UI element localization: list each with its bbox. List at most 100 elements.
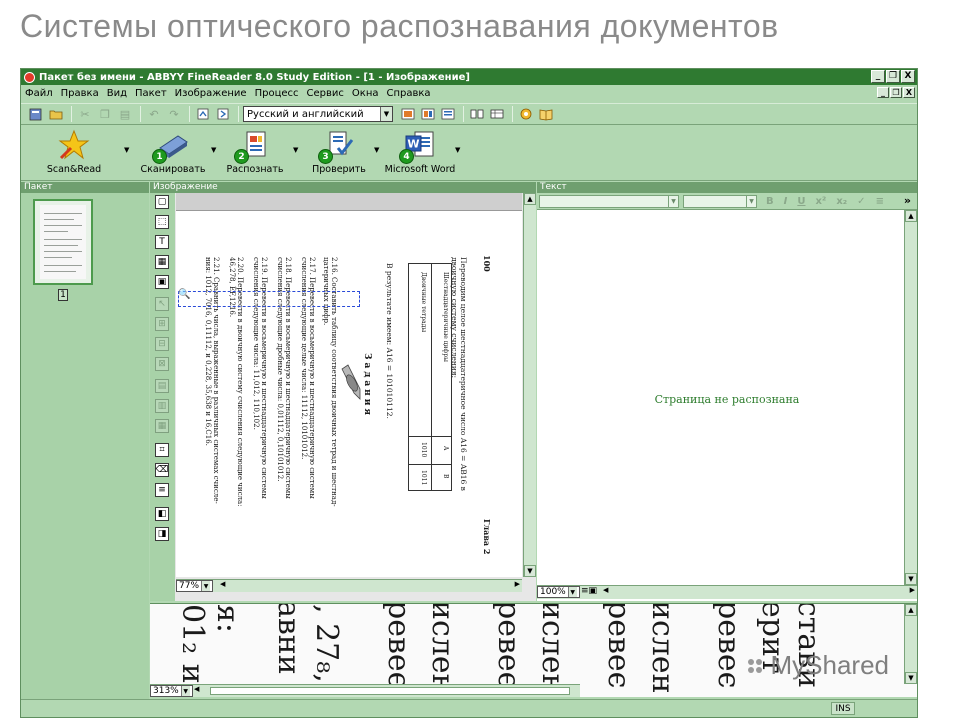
menu-edit[interactable]: Правка	[61, 88, 99, 99]
document-window-icon[interactable]	[439, 105, 457, 123]
text-vertical-scrollbar[interactable]: ▲ ▼	[904, 210, 917, 585]
maximize-button[interactable]: ❐	[886, 70, 900, 83]
microsoft-word-button[interactable]: W 4 Microsoft Word	[385, 128, 455, 178]
scroll-up-icon[interactable]: ▲	[524, 193, 536, 205]
style-select[interactable]: ▼	[539, 194, 679, 208]
zoom-pane-zoom-select[interactable]: 313% ▼	[150, 685, 193, 697]
language-select[interactable]: Русский и английский ▼	[243, 106, 393, 122]
chevron-down-icon[interactable]: ▼	[293, 146, 298, 154]
pointer-icon[interactable]: ↖	[155, 297, 169, 311]
details-view-icon[interactable]	[488, 105, 506, 123]
add-area-icon[interactable]: ⊞	[155, 317, 169, 331]
chevron-down-icon[interactable]: ▼	[124, 146, 129, 154]
italic-icon[interactable]: I	[784, 196, 788, 207]
close-button[interactable]: X	[901, 70, 915, 83]
menu-image[interactable]: Изображение	[175, 88, 247, 99]
menu-view[interactable]: Вид	[107, 88, 127, 99]
redo-icon[interactable]: ↷	[165, 105, 183, 123]
minimize-button[interactable]: _	[871, 70, 885, 83]
text-area-icon[interactable]: T	[155, 235, 169, 249]
subscript-icon[interactable]: x₂	[836, 196, 847, 207]
scroll-left-icon[interactable]: ◀	[194, 685, 199, 693]
check-button[interactable]: 3 Проверить	[311, 128, 367, 178]
image-window-icon[interactable]	[399, 105, 417, 123]
chevron-down-icon[interactable]: ▼	[380, 107, 392, 121]
paste-icon[interactable]: ▤	[116, 105, 134, 123]
cut-area-icon[interactable]: ⊟	[155, 337, 169, 351]
more-tools-icon[interactable]: »	[904, 194, 911, 207]
selection-frame[interactable]	[178, 291, 360, 307]
image-vertical-scrollbar[interactable]: ▲ ▼	[523, 193, 536, 577]
select-area-icon[interactable]: ▢	[155, 195, 169, 209]
table-merge-icon[interactable]: ▦	[155, 419, 169, 433]
scan-read-button[interactable]: Scan&Read	[47, 128, 101, 178]
recognize-area-icon[interactable]: ◧	[155, 507, 169, 521]
text-zoom-select[interactable]: 100% ▼	[537, 586, 580, 598]
menu-batch[interactable]: Пакет	[135, 88, 167, 99]
picture-area-icon[interactable]: ▣	[155, 275, 169, 289]
font-select[interactable]: ▼	[683, 194, 757, 208]
scroll-thumb[interactable]	[210, 687, 570, 695]
chevron-down-icon[interactable]: ▼	[180, 686, 190, 696]
table-columns-icon[interactable]: ▥	[155, 399, 169, 413]
justify-icon[interactable]: ≡	[876, 196, 884, 207]
spell-check-icon[interactable]: ✓	[857, 196, 865, 207]
menu-process[interactable]: Процесс	[255, 88, 299, 99]
page-thumbnail[interactable]	[33, 199, 93, 285]
chevron-down-icon[interactable]: ▼	[455, 146, 460, 154]
image-horizontal-scrollbar[interactable]: 77% ▼ ◀ ▶	[176, 579, 522, 592]
area-properties-icon[interactable]: ≡	[155, 483, 169, 497]
zoom-horizontal-scrollbar[interactable]: 313% ▼ ◀	[150, 684, 580, 697]
delete-area-icon[interactable]: ⊠	[155, 357, 169, 371]
scroll-up-icon[interactable]: ▲	[905, 604, 917, 616]
text-window-icon[interactable]	[419, 105, 437, 123]
rotate-right-icon[interactable]	[214, 105, 232, 123]
menu-help[interactable]: Справка	[386, 88, 430, 99]
menu-tools[interactable]: Сервис	[307, 88, 344, 99]
zoom-pane[interactable]: 01₂ и я: авни , 27₈, ревеє ислен ревеє и…	[150, 603, 917, 697]
table-lines-icon[interactable]: ▤	[155, 379, 169, 393]
page-view-icon[interactable]: ≡▣	[581, 586, 597, 596]
underline-icon[interactable]: U	[797, 196, 805, 207]
image-zoom-select[interactable]: 77% ▼	[176, 580, 214, 592]
rotate-left-icon[interactable]	[194, 105, 212, 123]
thumbnails-view-icon[interactable]	[468, 105, 486, 123]
scroll-down-icon[interactable]: ▼	[905, 672, 917, 684]
page-image[interactable]: 100 Глава 2 Переводим целое шестнадцатер…	[176, 193, 522, 577]
scan-button[interactable]: 1 Сканировать	[141, 128, 206, 178]
menu-windows[interactable]: Окна	[352, 88, 379, 99]
scroll-up-icon[interactable]: ▲	[905, 210, 917, 222]
recognize-button[interactable]: 2 Распознать	[226, 128, 284, 178]
scroll-down-icon[interactable]: ▼	[524, 565, 536, 577]
superscript-icon[interactable]: x²	[815, 196, 826, 207]
chevron-down-icon[interactable]: ▼	[211, 146, 216, 154]
options-icon[interactable]	[517, 105, 535, 123]
scroll-left-icon[interactable]: ◀	[603, 586, 608, 594]
text-horizontal-scrollbar[interactable]: 100% ▼ ≡▣ ◀ ▶	[537, 585, 917, 599]
copy-icon[interactable]: ❐	[96, 105, 114, 123]
doc-minimize-button[interactable]: _	[877, 87, 889, 98]
undo-icon[interactable]: ↶	[145, 105, 163, 123]
help-book-icon[interactable]	[537, 105, 555, 123]
new-batch-icon[interactable]	[27, 105, 45, 123]
zoom-vertical-scrollbar[interactable]: ▲ ▼	[904, 604, 917, 684]
scroll-right-icon[interactable]: ▶	[910, 586, 915, 594]
scroll-down-icon[interactable]: ▼	[905, 573, 917, 585]
chevron-down-icon[interactable]: ▼	[746, 195, 756, 207]
crop-icon[interactable]: ⌗	[155, 443, 169, 457]
doc-restore-button[interactable]: ❐	[890, 87, 902, 98]
table-area-icon[interactable]: ▦	[155, 255, 169, 269]
menu-file[interactable]: Файл	[25, 88, 53, 99]
chevron-down-icon[interactable]: ▼	[567, 587, 577, 597]
chevron-down-icon[interactable]: ▼	[668, 195, 678, 207]
open-folder-icon[interactable]	[47, 105, 65, 123]
read-area-icon[interactable]: ◨	[155, 527, 169, 541]
bold-icon[interactable]: B	[766, 196, 774, 207]
doc-close-button[interactable]: X	[903, 87, 915, 98]
scroll-left-icon[interactable]: ◀	[220, 580, 225, 588]
chevron-down-icon[interactable]: ▼	[201, 581, 211, 591]
chevron-down-icon[interactable]: ▼	[374, 146, 379, 154]
recognition-area-icon[interactable]: ⬚	[155, 215, 169, 229]
eraser-icon[interactable]: ⌫	[155, 463, 169, 477]
cut-icon[interactable]: ✂	[76, 105, 94, 123]
